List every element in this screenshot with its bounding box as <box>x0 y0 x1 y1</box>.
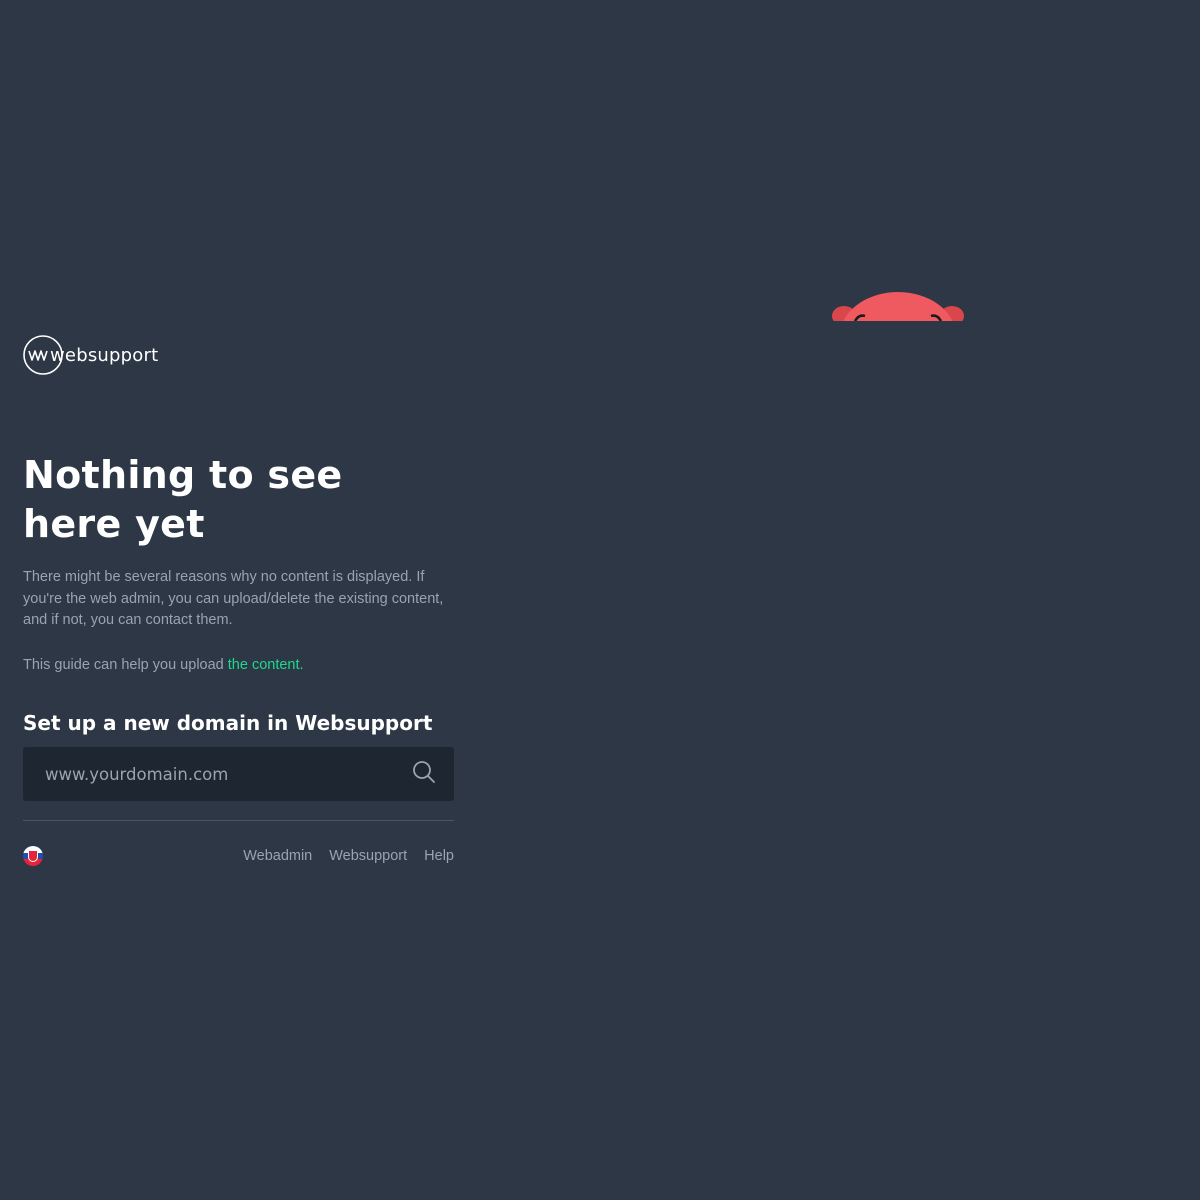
footer-divider <box>23 820 454 821</box>
search-icon <box>412 760 436 789</box>
logo-circle-icon <box>23 335 63 375</box>
title-line-1: Nothing to see <box>23 453 343 497</box>
title-line-2: here yet <box>23 502 205 546</box>
footer-link-websupport[interactable]: Websupport <box>329 848 407 864</box>
websupport-logo[interactable]: websupport <box>23 334 454 376</box>
page-title: Nothing to see here yet <box>23 451 454 549</box>
domain-search-input[interactable] <box>23 747 394 801</box>
guide-text: This guide can help you upload the conte… <box>23 655 454 677</box>
footer: Webadmin Websupport Help <box>23 845 454 867</box>
domain-setup-heading: Set up a new domain in Websupport <box>23 711 433 735</box>
description-text: There might be several reasons why no co… <box>23 569 444 628</box>
footer-link-help[interactable]: Help <box>424 848 454 864</box>
mascot-peeking-icon <box>829 290 967 321</box>
footer-link-webadmin[interactable]: Webadmin <box>243 848 312 864</box>
domain-search-form <box>23 747 454 801</box>
search-button[interactable] <box>394 747 454 801</box>
slovakia-flag-icon[interactable] <box>23 846 43 866</box>
guide-link[interactable]: the content. <box>228 657 304 673</box>
footer-links: Webadmin Websupport Help <box>243 848 454 864</box>
guide-prefix: This guide can help you upload <box>23 656 228 673</box>
logo-wordmark: websupport <box>50 344 159 366</box>
page: websupport Nothing to see here yet There… <box>0 0 1200 1200</box>
content-column: websupport Nothing to see here yet There… <box>23 334 454 867</box>
